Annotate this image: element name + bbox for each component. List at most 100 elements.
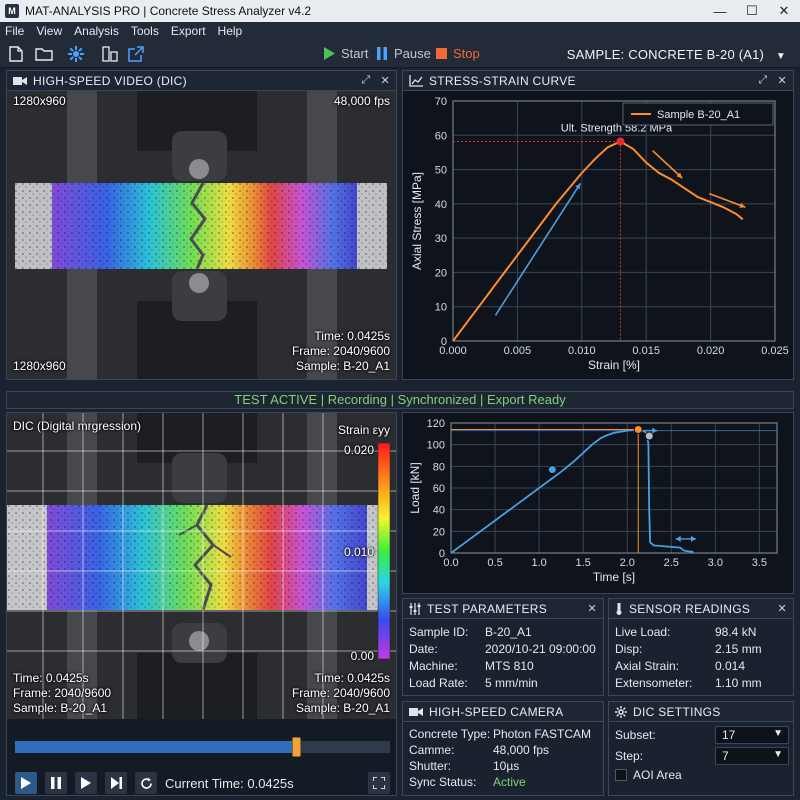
subset-value: 17 (722, 728, 736, 742)
layout-icon[interactable] (100, 44, 120, 64)
dic-settings-panel: DIC SETTINGS Subset: 17 ▼ Step: 7 ▼ AOI … (608, 701, 794, 796)
pause-label: Pause (394, 46, 431, 61)
video-panel-title: HIGH-SPEED VIDEO (DIC) (33, 73, 187, 88)
sample-select[interactable]: SAMPLE: CONCRETE B-20 (A1) ▼ (567, 47, 786, 62)
y-tick-label: 30 (435, 233, 447, 245)
refresh-icon (140, 777, 152, 789)
pause-playback-button[interactable] (45, 772, 67, 794)
start-label: Start (341, 46, 369, 61)
legend-label: Sample B-20_A1 (657, 109, 740, 121)
sensor-value-axial-strain: 0.014 (715, 659, 746, 673)
dic-sample-left: Sample: B-20_A1 (13, 701, 108, 715)
y-tick-label: 60 (435, 130, 447, 142)
test-params-title: TEST PARAMETERS (427, 601, 548, 616)
x-tick-label: 0.005 (504, 345, 532, 357)
window-title: MAT-ANALYSIS PRO | Concrete Stress Analy… (25, 4, 312, 18)
expand-icon[interactable]: ⤢ (361, 74, 370, 87)
aoi-checkbox[interactable] (615, 769, 627, 781)
x-tick-label: 0.020 (697, 345, 725, 357)
menu-tools[interactable]: Tools (126, 24, 166, 38)
expand-icon[interactable]: ⤢ (758, 74, 767, 87)
timeline-scrubber[interactable] (15, 737, 390, 757)
chevron-down-icon: ▼ (773, 749, 783, 760)
thermometer-icon (615, 602, 623, 615)
x-tick-label: 1.0 (531, 557, 546, 569)
stress-panel-title: STRESS-STRAIN CURVE (429, 73, 576, 88)
camera-title: HIGH-SPEED CAMERA (429, 704, 564, 719)
start-button[interactable]: Start (323, 46, 368, 61)
step-forward-icon (81, 777, 91, 789)
camera-label-type: Concrete Type: (409, 727, 491, 741)
pause-icon (51, 777, 61, 789)
sample-readout: Sample: B-20_A1 (295, 359, 390, 373)
menu-view[interactable]: View (31, 24, 69, 38)
time-readout: Time: 0.0425s (314, 329, 390, 343)
camera-label-sync: Sync Status: (409, 775, 477, 789)
title-bar: M MAT-ANALYSIS PRO | Concrete Stress Ana… (0, 0, 800, 22)
stop-label: Stop (453, 46, 480, 61)
camera-value-shutter: 10µs (493, 759, 520, 773)
dic-panel: DIC (Digital mrgression) Strain εyy 0.02… (6, 412, 397, 796)
step-forward-button[interactable] (75, 772, 97, 794)
sensor-label-extensometer: Extensometer: (615, 676, 693, 690)
dic-view: DIC (Digital mrgression) Strain εyy 0.02… (7, 413, 396, 719)
stop-button[interactable]: Stop (436, 46, 480, 61)
maximize-button[interactable]: ☐ (736, 0, 768, 22)
series-line-stress (452, 140, 744, 342)
x-tick-label: 0.025 (761, 345, 789, 357)
x-tick-label: 1.5 (576, 557, 591, 569)
menu-analysis[interactable]: Analysis (69, 24, 126, 38)
y-tick-label: 40 (435, 199, 447, 211)
menu-file[interactable]: File (0, 24, 31, 38)
y-tick-label: 0 (441, 336, 447, 348)
settings-cog-icon[interactable] (66, 44, 86, 64)
residual-arrow-head (690, 535, 696, 542)
play-icon (21, 777, 31, 789)
close-window-button[interactable]: ✕ (768, 0, 800, 22)
close-icon[interactable]: ✕ (587, 602, 597, 615)
open-folder-icon[interactable] (34, 44, 54, 64)
x-tick-label: 0.5 (487, 557, 502, 569)
step-select[interactable]: 7 ▼ (715, 747, 789, 765)
dic-settings-header: DIC SETTINGS (609, 702, 793, 722)
close-icon[interactable]: ✕ (777, 602, 787, 615)
timeline-handle[interactable] (292, 737, 302, 757)
y-tick-label: 20 (433, 526, 445, 538)
loop-button[interactable] (135, 772, 157, 794)
pause-button[interactable]: Pause (376, 46, 431, 61)
video-panel: HIGH-SPEED VIDEO (DIC) ⤢ ✕ 1280x960 48,0… (6, 70, 397, 380)
menu-help[interactable]: Help (213, 24, 250, 38)
load-marker (644, 431, 654, 441)
subset-select[interactable]: 17 ▼ (715, 726, 789, 744)
timeline-area: Current Time: 0.0425s (7, 719, 396, 795)
sensor-readings-panel: SENSOR READINGS ✕ Live Load: 98.4 kN Dis… (608, 598, 794, 696)
param-label-date: Date: (409, 642, 438, 656)
close-icon[interactable]: ✕ (777, 74, 787, 87)
new-file-icon[interactable] (6, 44, 26, 64)
fps-label: 48,000 fps (333, 94, 390, 108)
fullscreen-button[interactable] (368, 772, 390, 794)
y-tick-label: 10 (435, 302, 447, 314)
video-camera-icon (409, 707, 423, 717)
export-icon[interactable] (126, 44, 146, 64)
load-series-line (450, 428, 694, 554)
stop-icon (436, 48, 447, 59)
colorbar-tick-max: 0.020 (343, 443, 374, 457)
menu-export[interactable]: Export (166, 24, 213, 38)
play-button[interactable] (15, 772, 37, 794)
close-icon[interactable]: ✕ (380, 74, 390, 87)
peak-marker (616, 137, 625, 146)
skip-end-button[interactable] (105, 772, 127, 794)
minimize-button[interactable]: — (704, 0, 736, 22)
loading-arrow (494, 182, 582, 316)
plateau-arrow-head (652, 427, 658, 434)
y-axis-label: Axial Stress [MPa] (410, 172, 424, 270)
x-tick-label: 0.015 (632, 345, 660, 357)
x-axis-label: Strain [%] (588, 358, 640, 372)
stress-strain-panel: STRESS-STRAIN CURVE ⤢ ✕ 0.000 0.005 0.010 0.… (402, 70, 794, 380)
softening-arrow (652, 150, 683, 179)
dic-title: DIC (Digital mrgression) (13, 419, 142, 433)
camera-value-type: Photon FASTCAM (493, 727, 592, 741)
play-icon (324, 47, 335, 60)
sensor-value-disp: 2.15 mm (715, 642, 762, 656)
